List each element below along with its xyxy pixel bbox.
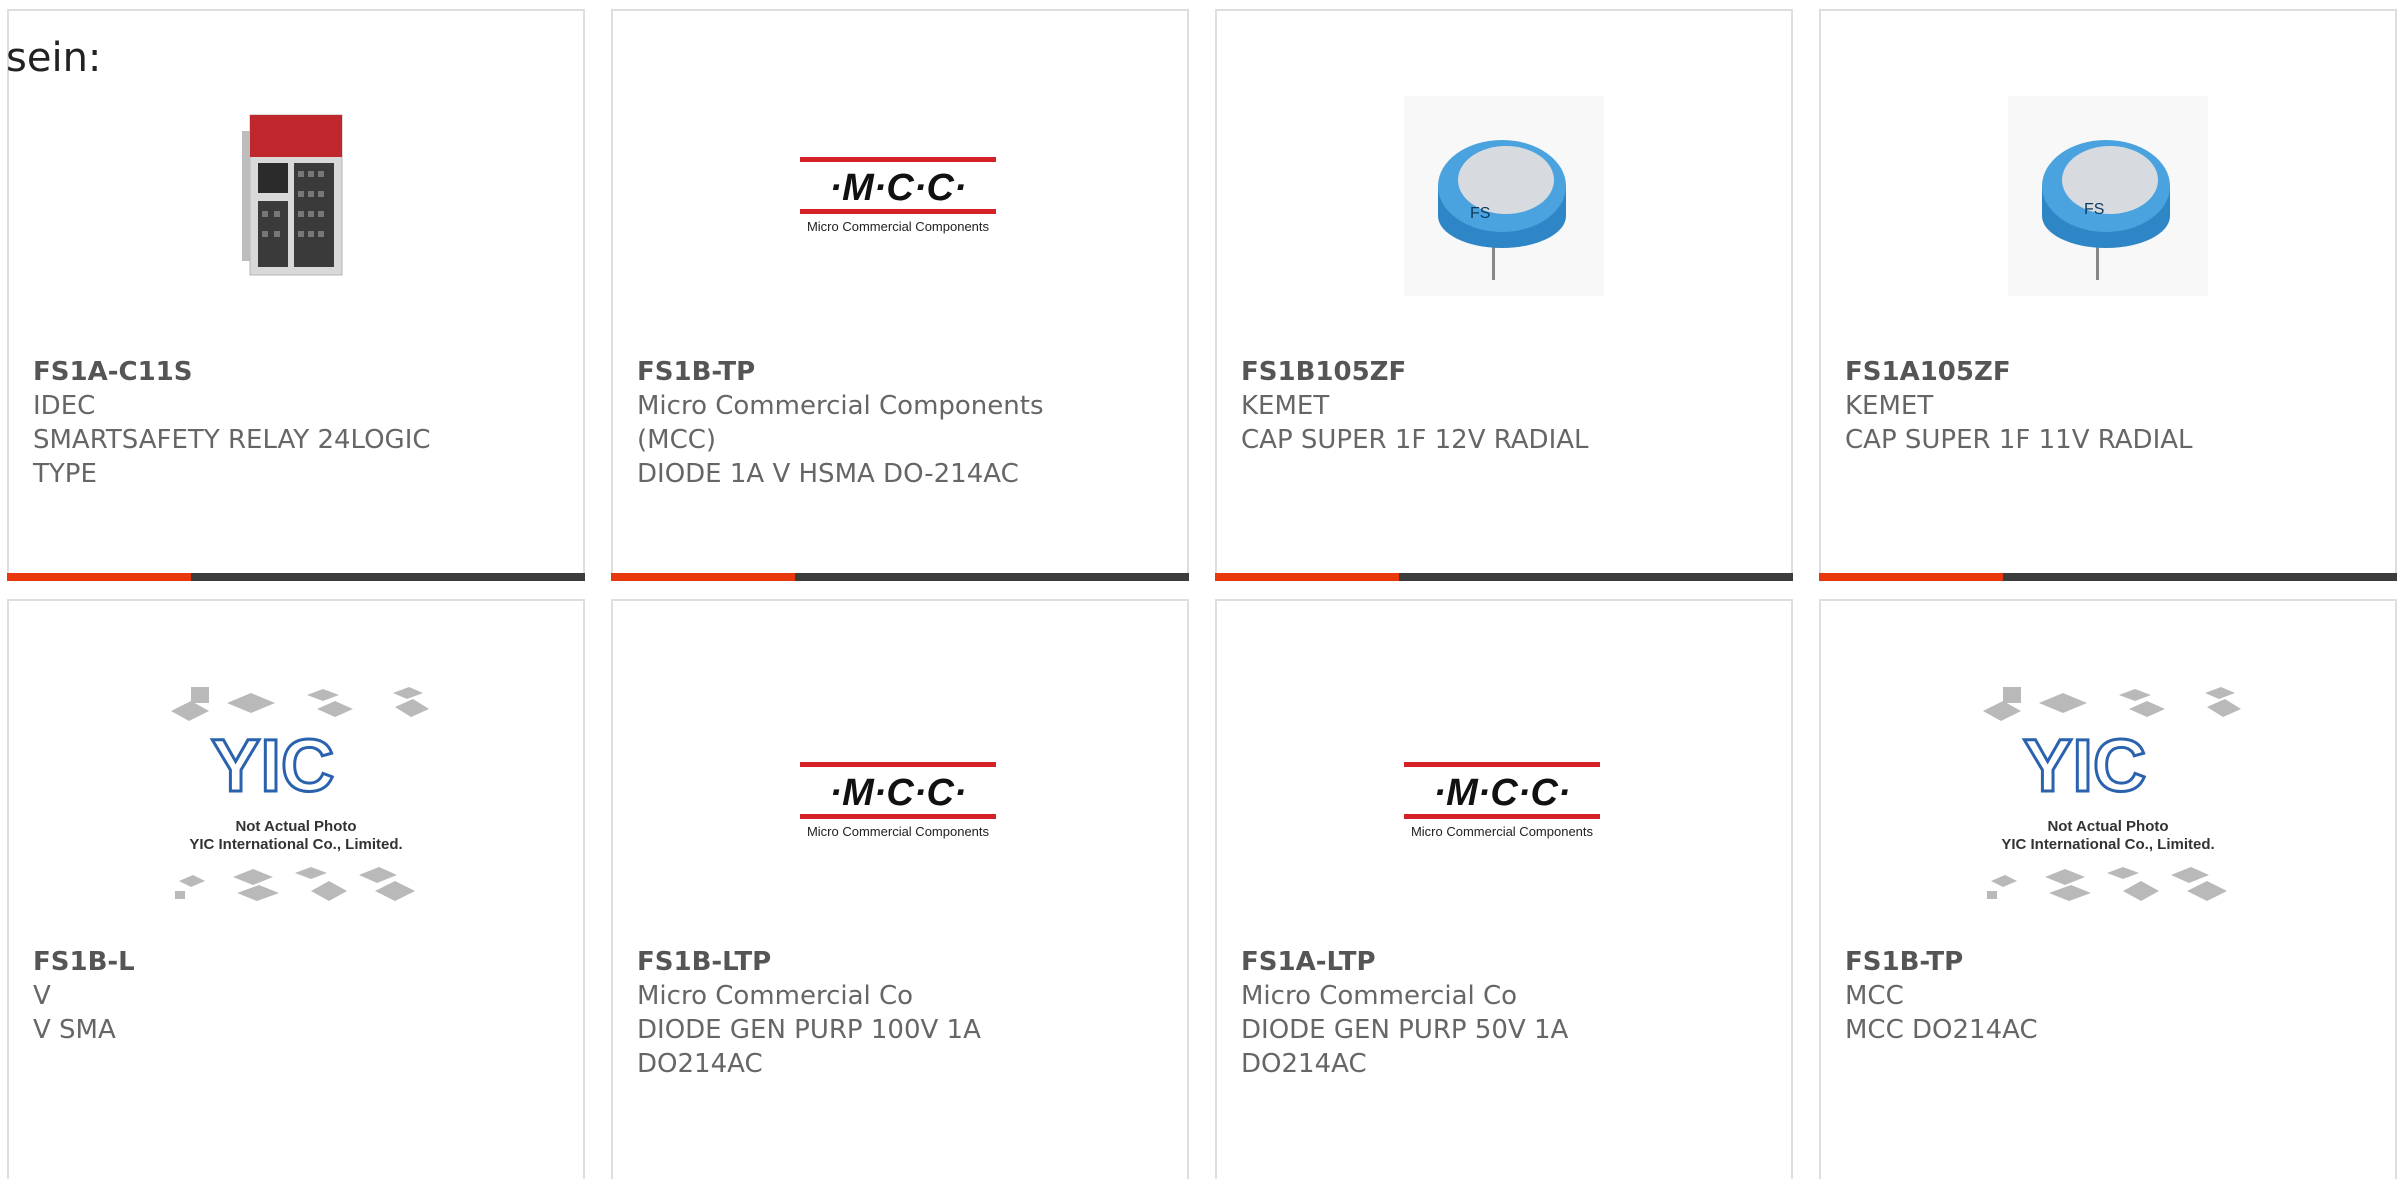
part-number[interactable]: FS1B-TP bbox=[637, 355, 1167, 389]
product-info: FS1B-LTP Micro Commercial Co DIODE GEN P… bbox=[637, 945, 1167, 1081]
cap-print: FS bbox=[1470, 205, 1490, 222]
card-bottom-bar bbox=[1215, 573, 1793, 581]
description: CAP SUPER 1F 11V RADIAL bbox=[1845, 425, 2193, 455]
manufacturer: IDEC bbox=[33, 391, 96, 421]
supercap-image: FS bbox=[1404, 96, 1604, 296]
description: DO214AC bbox=[637, 1049, 763, 1079]
mcc-subtitle: Micro Commercial Components bbox=[807, 219, 990, 234]
card-accent-bar bbox=[1215, 573, 1399, 581]
card-accent-bar bbox=[1819, 573, 2003, 581]
part-number[interactable]: FS1A105ZF bbox=[1845, 355, 2375, 389]
intro-text: sein: bbox=[6, 35, 102, 81]
description: DO214AC bbox=[1241, 1049, 1367, 1079]
yic-placeholder-image: YIC Not Actual Photo YIC International C… bbox=[171, 687, 429, 901]
manufacturer: Micro Commercial Co bbox=[637, 981, 914, 1011]
product-info: FS1A105ZF KEMET CAP SUPER 1F 11V RADIAL bbox=[1845, 355, 2375, 457]
product-info: FS1B-TP Micro Commercial Components (MCC… bbox=[637, 355, 1167, 491]
description: TYPE bbox=[33, 459, 97, 489]
product-image[interactable]: ·M·C·C· Micro Commercial Components bbox=[1217, 686, 1791, 916]
description: MCC DO214AC bbox=[1845, 1015, 2038, 1045]
product-card[interactable]: YIC Not Actual Photo YIC International C… bbox=[1819, 599, 2397, 1179]
product-info: FS1B-L V V SMA bbox=[33, 945, 563, 1047]
product-card[interactable]: FS1A-C11S IDEC SMARTSAFETY RELAY 24LOGIC… bbox=[7, 9, 585, 581]
mcc-mark: ·M·C·C· bbox=[829, 772, 966, 814]
product-info: FS1A-C11S IDEC SMARTSAFETY RELAY 24LOGIC… bbox=[33, 355, 563, 491]
product-image[interactable]: FS bbox=[1821, 81, 2395, 311]
card-bottom-bar bbox=[611, 573, 1189, 581]
part-number[interactable]: FS1B105ZF bbox=[1241, 355, 1771, 389]
product-image[interactable] bbox=[9, 81, 583, 311]
mcc-subtitle: Micro Commercial Components bbox=[1411, 824, 1594, 839]
yic-placeholder-image: YIC Not Actual Photo YIC International C… bbox=[1983, 687, 2241, 901]
mcc-logo: ·M·C·C· Micro Commercial Components bbox=[1404, 762, 1600, 839]
mcc-subtitle: Micro Commercial Components bbox=[807, 824, 990, 839]
part-number[interactable]: FS1B-LTP bbox=[637, 945, 1167, 979]
product-card[interactable]: ·M·C·C· Micro Commercial Components FS1A… bbox=[1215, 599, 1793, 1179]
placeholder-line-1: Not Actual Photo bbox=[235, 818, 356, 835]
placeholder-line-2: YIC International Co., Limited. bbox=[2001, 836, 2214, 853]
product-card[interactable]: YIC Not Actual Photo YIC International C… bbox=[7, 599, 585, 1179]
cap-print: FS bbox=[2084, 201, 2104, 218]
description: CAP SUPER 1F 12V RADIAL bbox=[1241, 425, 1589, 455]
mcc-logo: ·M·C·C· Micro Commercial Components bbox=[800, 157, 996, 234]
part-number[interactable]: FS1B-TP bbox=[1845, 945, 2375, 979]
manufacturer: Micro Commercial Components bbox=[637, 391, 1044, 421]
description: DIODE GEN PURP 50V 1A bbox=[1241, 1015, 1569, 1045]
manufacturer: KEMET bbox=[1241, 391, 1330, 421]
description: V SMA bbox=[33, 1015, 116, 1045]
product-card[interactable]: ·M·C·C· Micro Commercial Components FS1B… bbox=[611, 599, 1189, 1179]
mcc-logo: ·M·C·C· Micro Commercial Components bbox=[800, 762, 996, 839]
manufacturer: KEMET bbox=[1845, 391, 1934, 421]
product-info: FS1B-TP MCC MCC DO214AC bbox=[1845, 945, 2375, 1047]
placeholder-line-2: YIC International Co., Limited. bbox=[189, 836, 402, 853]
product-image[interactable]: ·M·C·C· Micro Commercial Components bbox=[613, 686, 1187, 916]
product-image[interactable]: YIC Not Actual Photo YIC International C… bbox=[1821, 686, 2395, 916]
product-card[interactable]: FS FS1A105ZF KEMET CAP SUPER 1F 11V RADI… bbox=[1819, 9, 2397, 581]
description: DIODE 1A V HSMA DO-214AC bbox=[637, 459, 1019, 489]
manufacturer: V bbox=[33, 981, 51, 1011]
product-image[interactable]: FS bbox=[1217, 81, 1791, 311]
product-grid: FS1A-C11S IDEC SMARTSAFETY RELAY 24LOGIC… bbox=[0, 0, 2400, 1179]
card-accent-bar bbox=[611, 573, 795, 581]
card-bottom-bar bbox=[7, 573, 585, 581]
product-info: FS1B105ZF KEMET CAP SUPER 1F 12V RADIAL bbox=[1241, 355, 1771, 457]
manufacturer: Micro Commercial Co bbox=[1241, 981, 1518, 1011]
yic-logo-text: YIC bbox=[2023, 724, 2146, 807]
description: SMARTSAFETY RELAY 24LOGIC bbox=[33, 425, 431, 455]
product-image[interactable]: YIC Not Actual Photo YIC International C… bbox=[9, 686, 583, 916]
card-accent-bar bbox=[7, 573, 191, 581]
part-number[interactable]: FS1A-LTP bbox=[1241, 945, 1771, 979]
yic-logo-text: YIC bbox=[211, 724, 334, 807]
product-card[interactable]: FS FS1B105ZF KEMET CAP SUPER 1F 12V RADI… bbox=[1215, 9, 1793, 581]
part-number[interactable]: FS1A-C11S bbox=[33, 355, 563, 389]
manufacturer: MCC bbox=[1845, 981, 1904, 1011]
part-number[interactable]: FS1B-L bbox=[33, 945, 563, 979]
card-bottom-bar bbox=[1819, 573, 2397, 581]
description: DIODE GEN PURP 100V 1A bbox=[637, 1015, 981, 1045]
mcc-mark: ·M·C·C· bbox=[829, 167, 966, 209]
product-info: FS1A-LTP Micro Commercial Co DIODE GEN P… bbox=[1241, 945, 1771, 1081]
relay-module-image bbox=[242, 114, 343, 276]
product-card[interactable]: ·M·C·C· Micro Commercial Components FS1B… bbox=[611, 9, 1189, 581]
manufacturer: (MCC) bbox=[637, 425, 717, 455]
product-image[interactable]: ·M·C·C· Micro Commercial Components bbox=[613, 81, 1187, 311]
supercap-image: FS bbox=[2008, 96, 2208, 296]
mcc-mark: ·M·C·C· bbox=[1433, 772, 1570, 814]
placeholder-line-1: Not Actual Photo bbox=[2047, 818, 2168, 835]
